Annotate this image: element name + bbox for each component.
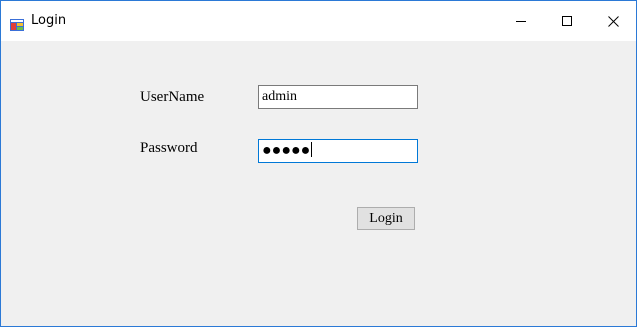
- password-value: ●●●●●: [262, 142, 311, 159]
- username-label: UserName: [140, 89, 205, 105]
- title-bar[interactable]: Login: [1, 1, 636, 41]
- password-label: Password: [140, 140, 198, 156]
- maximize-button[interactable]: [544, 1, 590, 41]
- close-icon: [607, 15, 619, 27]
- username-value: admin: [262, 89, 297, 104]
- minimize-button[interactable]: [498, 1, 544, 41]
- form-client-area: UserName admin Password ●●●●● Login: [1, 41, 636, 326]
- username-input[interactable]: admin: [258, 85, 418, 109]
- app-icon[interactable]: [10, 16, 24, 31]
- close-button[interactable]: [590, 1, 636, 41]
- window-title: Login: [31, 13, 67, 28]
- login-window: Login UserName admin Password ●●●●● Logi…: [0, 0, 637, 327]
- password-input[interactable]: ●●●●●: [258, 139, 418, 163]
- minimize-icon: [516, 21, 526, 22]
- maximize-icon: [562, 16, 572, 26]
- text-caret: [311, 142, 313, 157]
- login-button[interactable]: Login: [357, 207, 415, 230]
